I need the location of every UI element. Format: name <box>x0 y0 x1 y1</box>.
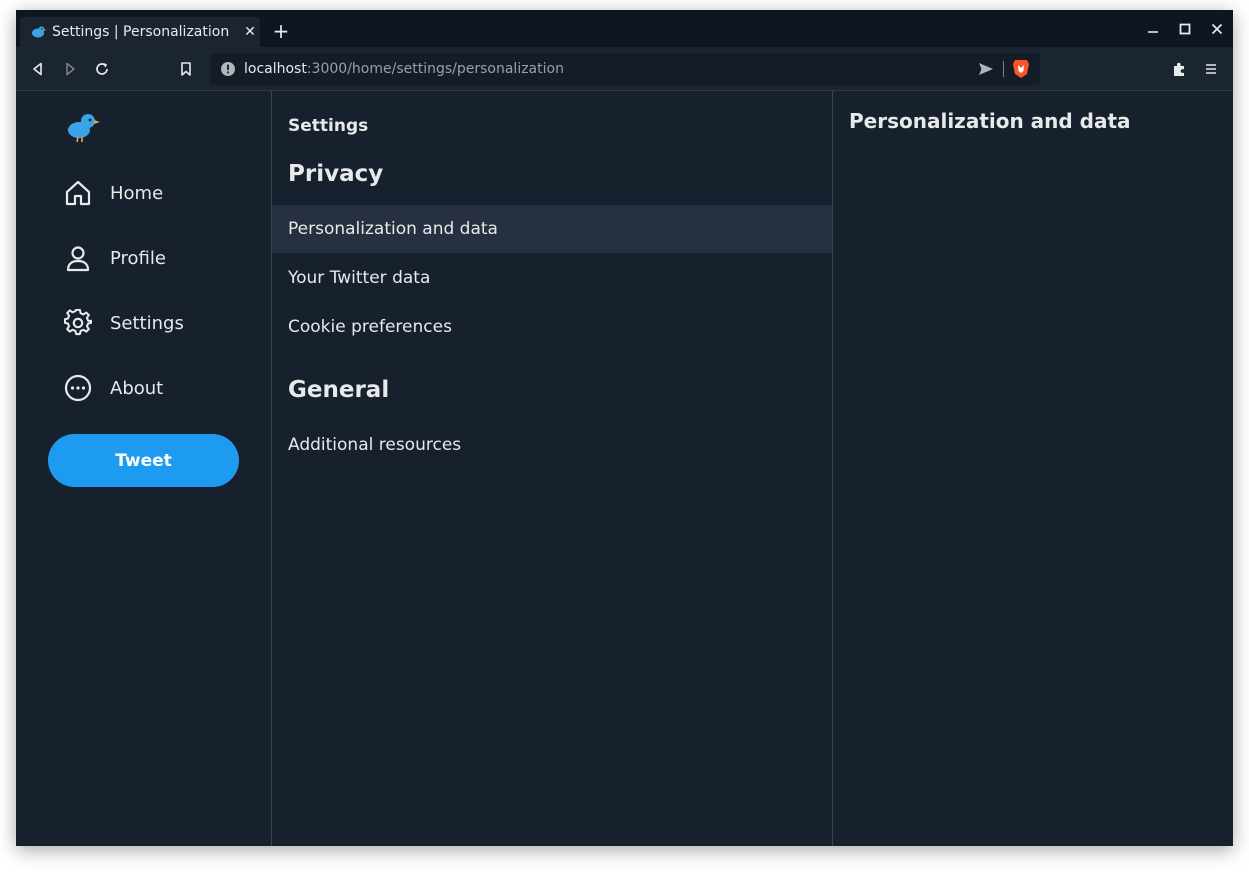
extensions-icon[interactable] <box>1168 58 1190 80</box>
browser-tab[interactable]: Settings | Personalization ✕ <box>20 17 260 47</box>
new-tab-button[interactable]: + <box>270 20 292 42</box>
url-host: localhost <box>244 61 307 77</box>
general-heading: General <box>288 377 390 403</box>
settings-title: Settings <box>288 116 369 136</box>
bookmark-icon[interactable] <box>175 58 197 80</box>
close-window-icon[interactable] <box>1205 18 1229 40</box>
page-content: Home Profile Settings About Tweet Settin… <box>16 91 1233 846</box>
bird-favicon-icon <box>30 24 46 40</box>
brave-shield-icon[interactable] <box>1012 59 1030 83</box>
settings-column: Settings Privacy Personalization and dat… <box>272 91 833 846</box>
send-icon[interactable] <box>978 61 994 81</box>
reload-icon[interactable] <box>91 58 113 80</box>
gear-icon <box>64 309 92 337</box>
menu-item-additional-resources[interactable]: Additional resources <box>272 421 832 469</box>
nav-label-home: Home <box>110 182 164 204</box>
url-separator <box>1003 61 1004 77</box>
home-icon <box>64 179 92 207</box>
minimize-icon[interactable] <box>1141 18 1165 40</box>
browser-window: Settings | Personalization ✕ + localhost… <box>16 10 1233 846</box>
nav-item-about[interactable]: About <box>64 368 163 408</box>
nav-item-profile[interactable]: Profile <box>64 238 166 278</box>
forward-icon[interactable] <box>59 58 81 80</box>
maximize-icon[interactable] <box>1173 18 1197 40</box>
profile-icon <box>64 244 92 272</box>
nav-item-settings[interactable]: Settings <box>64 303 184 343</box>
menu-item-twitter-data[interactable]: Your Twitter data <box>272 254 832 302</box>
menu-item-cookie-preferences[interactable]: Cookie preferences <box>272 303 832 351</box>
menu-item-personalization[interactable]: Personalization and data <box>272 205 832 253</box>
back-icon[interactable] <box>27 58 49 80</box>
sidebar: Home Profile Settings About Tweet <box>16 91 272 846</box>
menu-icon[interactable] <box>1200 58 1222 80</box>
tab-close-icon[interactable]: ✕ <box>240 24 260 40</box>
tweet-button[interactable]: Tweet <box>48 434 239 487</box>
address-bar[interactable]: localhost:3000/home/settings/personaliza… <box>210 53 1040 85</box>
detail-title: Personalization and data <box>849 109 1131 133</box>
privacy-heading: Privacy <box>288 161 384 187</box>
detail-column: Personalization and data <box>833 91 1233 846</box>
nav-label-settings: Settings <box>110 312 184 334</box>
twitter-bird-logo-icon[interactable] <box>64 109 100 145</box>
more-circle-icon <box>64 374 92 402</box>
nav-label-about: About <box>110 377 164 399</box>
tab-title: Settings | Personalization <box>52 24 230 40</box>
nav-item-home[interactable]: Home <box>64 173 163 213</box>
site-info-icon[interactable] <box>220 61 236 77</box>
browser-toolbar: localhost:3000/home/settings/personaliza… <box>16 47 1233 91</box>
tab-bar: Settings | Personalization ✕ + <box>16 10 1233 47</box>
nav-label-profile: Profile <box>110 247 166 269</box>
url-path: :3000/home/settings/personalization <box>306 61 564 77</box>
